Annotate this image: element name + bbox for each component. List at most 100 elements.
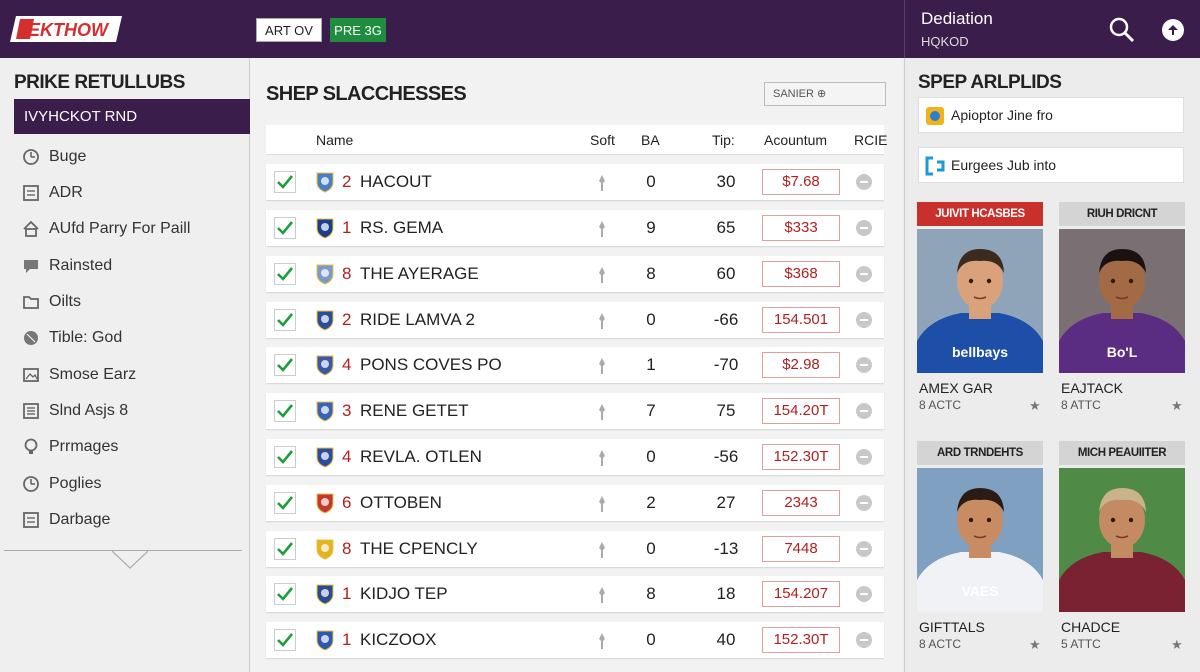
remove-icon[interactable]	[856, 403, 872, 419]
sidebar-item-2[interactable]: ADR	[20, 178, 240, 208]
row-checkbox[interactable]	[274, 492, 296, 514]
team-name[interactable]: KICZOOX	[360, 630, 437, 650]
team-name[interactable]: RS. GEMA	[360, 218, 443, 238]
player-photo[interactable]: Bo'L	[1059, 229, 1185, 373]
amount-badge[interactable]: $368	[762, 261, 840, 287]
player-card[interactable]: JUIVIT HCASBES bellbays AMEX GAR 8 ACTC ★	[917, 202, 1043, 413]
table-row[interactable]: 1 KICZOOX 0 40 152.30T	[266, 622, 884, 658]
right-link-2[interactable]: Eurgees Jub into	[918, 147, 1184, 183]
table-row[interactable]: 1 KIDJO TEP 8 18 154.207	[266, 576, 884, 612]
row-checkbox[interactable]	[274, 171, 296, 193]
remove-icon[interactable]	[856, 174, 872, 190]
remove-icon[interactable]	[856, 586, 872, 602]
row-checkbox[interactable]	[274, 446, 296, 468]
star-icon[interactable]: ★	[1029, 637, 1041, 653]
table-row[interactable]: 4 REVLA. OTLEN 0 -56 152.30T	[266, 439, 884, 475]
team-name[interactable]: THE AYERAGE	[360, 264, 479, 284]
sidebar-item-3[interactable]: AUfd Parry For Paill	[20, 214, 240, 244]
player-card[interactable]: RIUH DRICNT Bo'L EAJTACK 8 ATTC ★	[1059, 202, 1185, 413]
amount-badge[interactable]: $7.68	[762, 169, 840, 195]
sidebar-item-10[interactable]: Poglies	[20, 469, 240, 499]
sidebar-item-active[interactable]: IVYHCKOT RND	[14, 99, 250, 134]
player-card[interactable]: ARD TRNDEHTS VAES GIFTTALS 8 ACTC ★	[917, 441, 1043, 652]
team-name[interactable]: HACOUT	[360, 172, 432, 192]
sidebar-item-5[interactable]: Oilts	[20, 287, 240, 317]
remove-icon[interactable]	[856, 312, 872, 328]
team-name[interactable]: REVLA. OTLEN	[360, 447, 482, 467]
player-photo[interactable]	[1059, 468, 1185, 612]
star-icon[interactable]: ★	[1171, 637, 1183, 653]
amount-badge[interactable]: 152.30T	[762, 627, 840, 653]
table-row[interactable]: 1 RS. GEMA 9 65 $333	[266, 210, 884, 246]
player-photo[interactable]: bellbays	[917, 229, 1043, 373]
sidebar-item-4[interactable]: Rainsted	[20, 251, 240, 281]
star-icon[interactable]: ★	[1171, 398, 1183, 414]
sidebar-item-9[interactable]: Prrmages	[20, 432, 240, 462]
amount-badge[interactable]: $333	[762, 215, 840, 241]
column-header-name[interactable]: Name	[316, 132, 353, 148]
table-row[interactable]: 8 THE CPENCLY 0 -13 7448	[266, 531, 884, 567]
row-checkbox[interactable]	[274, 354, 296, 376]
pin-icon[interactable]	[597, 403, 607, 421]
player-name[interactable]: CHADCE	[1061, 619, 1120, 635]
sidebar-item-1[interactable]: Buge	[20, 142, 240, 172]
team-name[interactable]: THE CPENCLY	[360, 539, 478, 559]
row-checkbox[interactable]	[274, 217, 296, 239]
column-header-soft[interactable]: Soft	[590, 132, 615, 148]
pin-icon[interactable]	[597, 312, 607, 330]
sidebar-item-7[interactable]: Smose Earz	[20, 360, 240, 390]
remove-icon[interactable]	[856, 495, 872, 511]
search-input[interactable]: SANIER ⊕	[764, 82, 886, 106]
pin-icon[interactable]	[597, 174, 607, 192]
player-name[interactable]: AMEX GAR	[919, 380, 993, 396]
table-row[interactable]: 4 PONS COVES PO 1 -70 $2.98	[266, 347, 884, 383]
search-icon[interactable]	[1108, 16, 1136, 44]
row-checkbox[interactable]	[274, 263, 296, 285]
remove-icon[interactable]	[856, 632, 872, 648]
pin-icon[interactable]	[597, 449, 607, 467]
star-icon[interactable]: ★	[1029, 398, 1041, 414]
row-checkbox[interactable]	[274, 309, 296, 331]
amount-badge[interactable]: 154.501	[762, 307, 840, 333]
pin-icon[interactable]	[597, 357, 607, 375]
table-row[interactable]: 2 HACOUT 0 30 $7.68	[266, 164, 884, 200]
amount-badge[interactable]: 7448	[762, 536, 840, 562]
remove-icon[interactable]	[856, 449, 872, 465]
team-name[interactable]: KIDJO TEP	[360, 584, 448, 604]
amount-badge[interactable]: 152.30T	[762, 444, 840, 470]
remove-icon[interactable]	[856, 266, 872, 282]
table-row[interactable]: 3 RENE GETET 7 75 154.20T	[266, 393, 884, 429]
app-logo[interactable]: EKTHOW	[10, 16, 122, 42]
row-checkbox[interactable]	[274, 538, 296, 560]
sidebar-item-11[interactable]: Darbage	[20, 505, 240, 535]
table-row[interactable]: 6 OTTOBEN 2 27 2343	[266, 485, 884, 521]
column-header-ba[interactable]: BA	[641, 132, 660, 148]
amount-badge[interactable]: 2343	[762, 490, 840, 516]
amount-badge[interactable]: 154.207	[762, 581, 840, 607]
column-header-amount[interactable]: Acountum	[764, 132, 827, 148]
pin-icon[interactable]	[597, 220, 607, 238]
player-name[interactable]: EAJTACK	[1061, 380, 1123, 396]
top-button-art[interactable]: ART OV	[256, 18, 322, 42]
amount-badge[interactable]: 154.20T	[762, 398, 840, 424]
row-checkbox[interactable]	[274, 629, 296, 651]
chevron-down-icon[interactable]	[112, 550, 148, 570]
table-row[interactable]: 8 THE AYERAGE 8 60 $368	[266, 256, 884, 292]
pin-icon[interactable]	[597, 632, 607, 650]
remove-icon[interactable]	[856, 357, 872, 373]
pin-icon[interactable]	[597, 586, 607, 604]
pin-icon[interactable]	[597, 541, 607, 559]
table-row[interactable]: 2 RIDE LAMVA 2 0 -66 154.501	[266, 302, 884, 338]
right-link-1[interactable]: Apioptor Jine fro	[918, 97, 1184, 133]
amount-badge[interactable]: $2.98	[762, 352, 840, 378]
column-header-tip[interactable]: Tip:	[712, 132, 735, 148]
remove-icon[interactable]	[856, 541, 872, 557]
team-name[interactable]: OTTOBEN	[360, 493, 442, 513]
team-name[interactable]: PONS COVES PO	[360, 355, 502, 375]
team-name[interactable]: RIDE LAMVA 2	[360, 310, 475, 330]
player-name[interactable]: GIFTTALS	[919, 619, 985, 635]
player-card[interactable]: MICH PEAUIITER CHADCE 5 ATTC ★	[1059, 441, 1185, 652]
sidebar-item-8[interactable]: Slnd Asjs 8	[20, 396, 240, 426]
remove-icon[interactable]	[856, 220, 872, 236]
pin-icon[interactable]	[597, 495, 607, 513]
